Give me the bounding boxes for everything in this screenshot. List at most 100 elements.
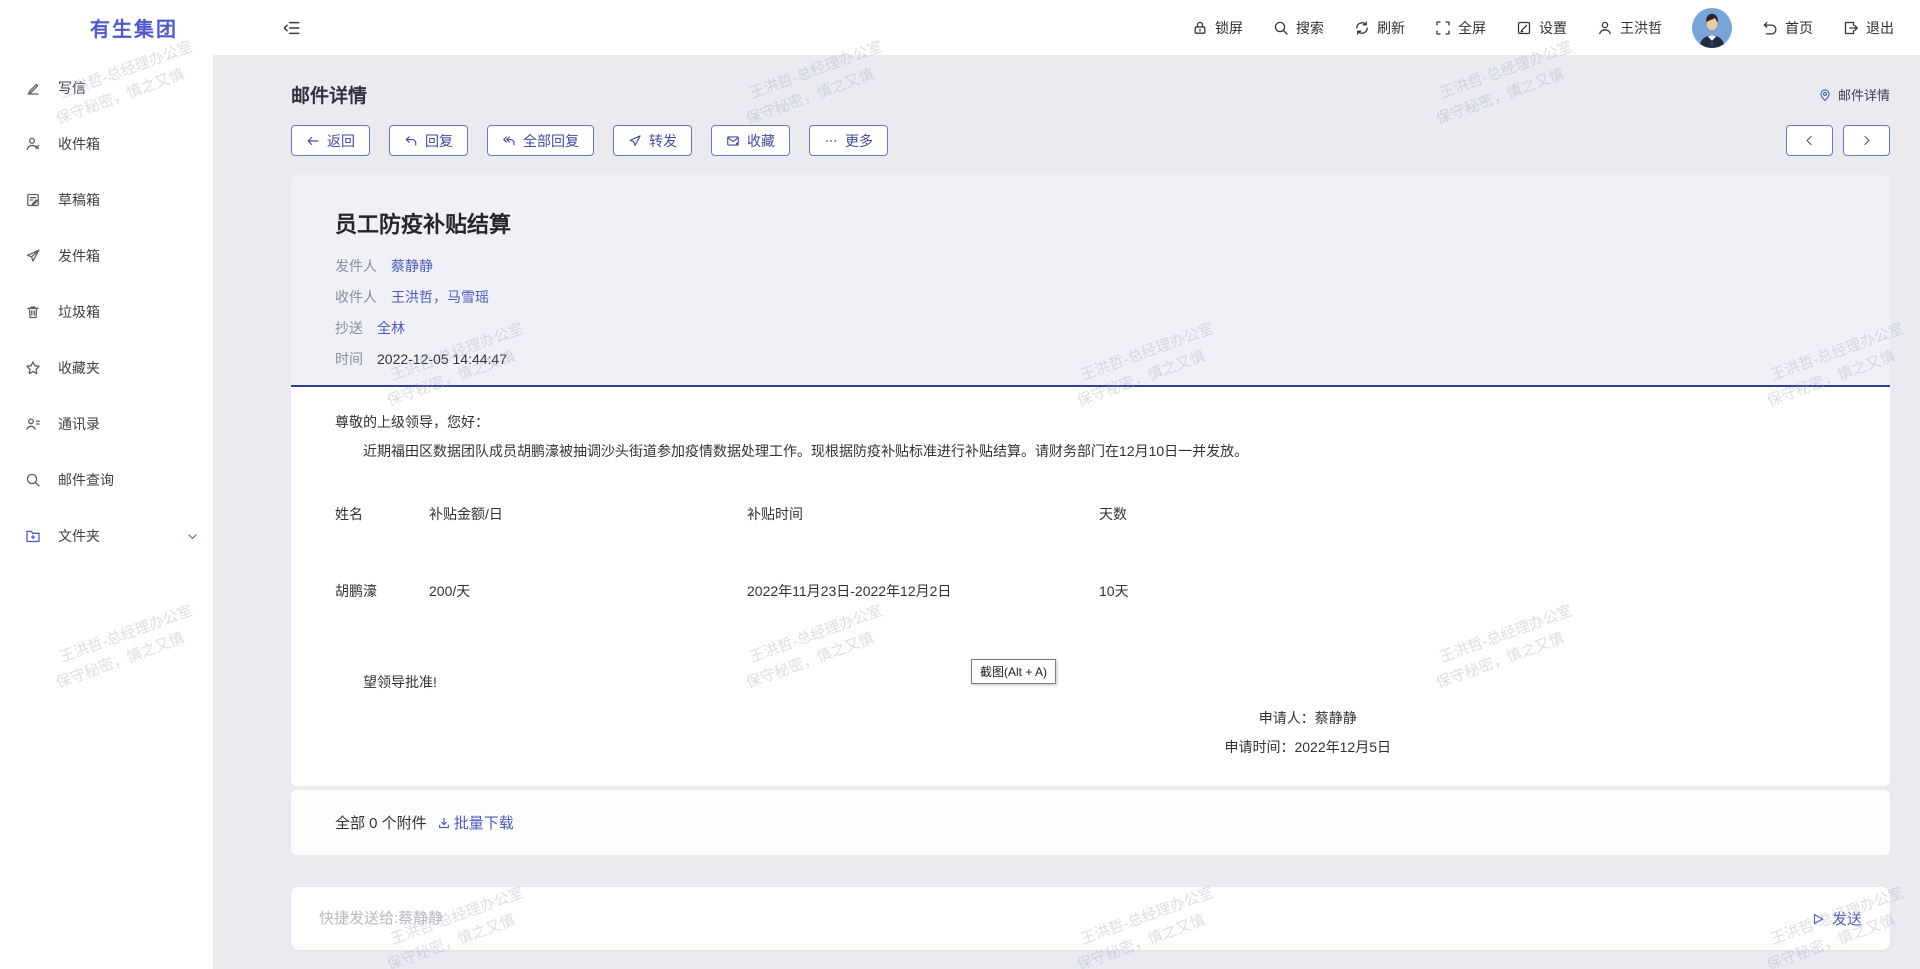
- batch-download-link[interactable]: 批量下载: [437, 812, 514, 833]
- home-label: 首页: [1785, 18, 1813, 38]
- fullscreen-button[interactable]: 全屏: [1435, 18, 1486, 38]
- mail-paragraph: 近期福田区数据团队成员胡鹏濠被抽调沙头街道参加疫情数据处理工作。现根据防疫补贴标…: [335, 443, 1846, 460]
- mail-from-row: 发件人蔡静静: [335, 251, 1846, 282]
- subsidy-table: 姓名 补贴金额/日 补贴时间 天数 胡鹏濠 200/天 2022年11月23日-…: [335, 506, 1215, 599]
- table-header-cell: 补贴金额/日: [429, 506, 747, 583]
- reply-icon: [404, 134, 418, 148]
- screenshot-tooltip: 截图(Alt + A): [971, 659, 1056, 684]
- reply-button[interactable]: 回复: [389, 125, 468, 156]
- table-header-cell: 姓名: [335, 506, 429, 583]
- page-title: 邮件详情: [291, 81, 367, 108]
- refresh-button[interactable]: 刷新: [1354, 18, 1405, 38]
- fullscreen-label: 全屏: [1458, 18, 1486, 38]
- star-icon: [25, 360, 41, 376]
- sidebar-item-sent[interactable]: 发件箱: [0, 228, 213, 284]
- folder-plus-icon: [25, 528, 41, 544]
- table-cell: 2022年11月23日-2022年12月2日: [747, 583, 1099, 599]
- mail-cc-row: 抄送全林: [335, 313, 1846, 344]
- mail-body: 尊敬的上级领导，您好： 近期福田区数据团队成员胡鹏濠被抽调沙头街道参加疫情数据处…: [291, 387, 1890, 786]
- sidebar-item-folders[interactable]: 文件夹: [0, 508, 213, 564]
- chevron-left-icon: [1803, 134, 1816, 147]
- reply-all-button[interactable]: 全部回复: [487, 125, 594, 156]
- logout-icon: [1843, 20, 1859, 36]
- settings-button[interactable]: 设置: [1516, 18, 1567, 38]
- to-contacts[interactable]: 王洪哲，马雪瑶: [391, 289, 489, 305]
- attachments-bar: 全部 0 个附件 批量下载: [291, 790, 1890, 855]
- current-user[interactable]: 王洪哲: [1597, 18, 1662, 38]
- sidebar-item-label: 文件夹: [58, 526, 100, 546]
- back-label: 返回: [327, 131, 355, 151]
- search-button[interactable]: 搜索: [1273, 18, 1324, 38]
- send-icon: [1811, 912, 1825, 926]
- sidebar-item-label: 写信: [58, 78, 86, 98]
- sidebar-item-trash[interactable]: 垃圾箱: [0, 284, 213, 340]
- cc-label: 抄送: [335, 320, 363, 336]
- collapse-sidebar-icon[interactable]: [283, 19, 301, 37]
- reply-all-label: 全部回复: [523, 131, 579, 151]
- page-header: 邮件详情 邮件详情: [291, 81, 1890, 108]
- favorite-button[interactable]: 收藏: [711, 125, 790, 156]
- applicant-row: 申请人：蔡静静: [1224, 704, 1391, 733]
- reply-all-icon: [502, 134, 516, 148]
- refresh-icon: [1354, 20, 1370, 36]
- send-label: 发送: [1832, 908, 1862, 929]
- inbox-icon: [25, 136, 41, 152]
- next-mail-button[interactable]: [1843, 125, 1890, 156]
- main-area: 锁屏 搜索 刷新 全屏 设置: [213, 0, 1920, 969]
- settings-icon: [1516, 20, 1532, 36]
- mail-toolbar: 返回 回复 全部回复 转发 收藏: [291, 125, 1890, 156]
- table-cell: 200/天: [429, 583, 747, 599]
- forward-button[interactable]: 转发: [613, 125, 692, 156]
- reply-label: 回复: [425, 131, 453, 151]
- sidebar: 有生集团 写信 收件箱 草稿箱 发件箱 垃圾箱: [0, 0, 213, 969]
- settings-label: 设置: [1539, 18, 1567, 38]
- sidebar-item-drafts[interactable]: 草稿箱: [0, 172, 213, 228]
- sidebar-item-favorites[interactable]: 收藏夹: [0, 340, 213, 396]
- sidebar-nav: 写信 收件箱 草稿箱 发件箱 垃圾箱 收藏夹: [0, 55, 213, 564]
- sidebar-item-label: 通讯录: [58, 414, 100, 434]
- mail-closing: 望领导批准!: [363, 674, 1846, 690]
- time-label: 时间: [335, 351, 363, 367]
- back-button[interactable]: 返回: [291, 125, 370, 156]
- trash-icon: [25, 304, 41, 320]
- favorite-label: 收藏: [747, 131, 775, 151]
- sidebar-item-inbox[interactable]: 收件箱: [0, 116, 213, 172]
- content: 邮件详情 邮件详情 返回 回复 全部回复: [213, 55, 1920, 969]
- from-contact[interactable]: 蔡静静: [391, 258, 433, 274]
- app-window: 有生集团 写信 收件箱 草稿箱 发件箱 垃圾箱: [0, 0, 1920, 969]
- mail-header: 员工防疫补贴结算 发件人蔡静静 收件人王洪哲，马雪瑶 抄送全林 时间2022-1…: [291, 175, 1890, 387]
- favorite-mail-icon: [726, 134, 740, 148]
- download-icon: [437, 816, 451, 830]
- more-label: 更多: [845, 131, 873, 151]
- breadcrumb-label: 邮件详情: [1838, 85, 1890, 104]
- logout-button[interactable]: 退出: [1843, 18, 1894, 38]
- mail-subject: 员工防疫补贴结算: [335, 207, 1846, 239]
- lock-screen-label: 锁屏: [1215, 18, 1243, 38]
- chevron-right-icon: [1860, 134, 1873, 147]
- more-button[interactable]: 更多: [809, 125, 888, 156]
- user-icon: [1597, 20, 1613, 36]
- contacts-icon: [25, 416, 41, 432]
- sidebar-item-mail-search[interactable]: 邮件查询: [0, 452, 213, 508]
- table-cell: 胡鹏濠: [335, 583, 429, 599]
- avatar[interactable]: [1692, 8, 1732, 48]
- topbar: 锁屏 搜索 刷新 全屏 设置: [213, 0, 1920, 55]
- sent-icon: [25, 248, 41, 264]
- current-user-name: 王洪哲: [1620, 18, 1662, 38]
- previous-mail-button[interactable]: [1786, 125, 1833, 156]
- sidebar-item-label: 收件箱: [58, 134, 100, 154]
- lock-screen-button[interactable]: 锁屏: [1192, 18, 1243, 38]
- mail-detail-card: 员工防疫补贴结算 发件人蔡静静 收件人王洪哲，马雪瑶 抄送全林 时间2022-1…: [291, 175, 1890, 786]
- location-pin-icon: [1818, 88, 1832, 102]
- sidebar-item-label: 发件箱: [58, 246, 100, 266]
- home-button[interactable]: 首页: [1762, 18, 1813, 38]
- chevron-down-icon[interactable]: [186, 530, 199, 543]
- quick-send-input[interactable]: [319, 910, 1791, 927]
- cc-contact[interactable]: 全林: [377, 320, 405, 336]
- send-button[interactable]: 发送: [1811, 908, 1862, 929]
- sidebar-item-label: 邮件查询: [58, 470, 114, 490]
- sidebar-item-compose[interactable]: 写信: [0, 60, 213, 116]
- mail-search-icon: [25, 472, 41, 488]
- mail-time-row: 时间2022-12-05 14:44:47: [335, 344, 1846, 375]
- sidebar-item-contacts[interactable]: 通讯录: [0, 396, 213, 452]
